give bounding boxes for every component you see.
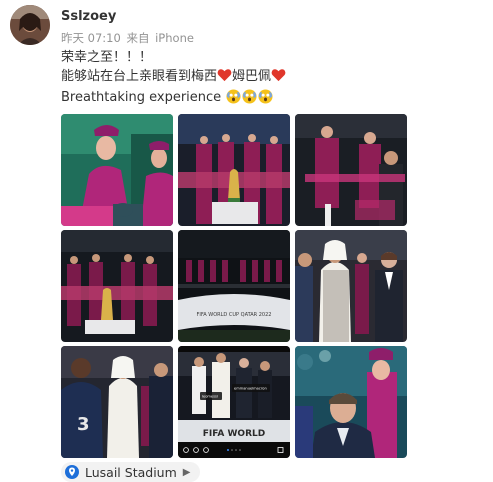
photo-thumbnail-3[interactable] xyxy=(295,114,407,226)
source-prefix: 来自 xyxy=(126,31,150,45)
location-pin-icon xyxy=(65,465,79,479)
photo-tag-emmanuelmacron: emmanuelmacron xyxy=(234,387,267,391)
heart-emoji-icon xyxy=(217,69,232,82)
photo-thumbnail-9[interactable] xyxy=(295,346,407,458)
post-source: iPhone xyxy=(155,31,194,45)
post-meta: 昨天 07:10 来自 iPhone xyxy=(61,30,194,46)
photo-thumbnail-8[interactable]: leomessi emmanuelmacron FIFA WORLD xyxy=(178,346,290,458)
username[interactable]: Sslzoey xyxy=(61,9,116,24)
location-label: Lusail Stadium xyxy=(85,464,177,480)
chevron-right-icon: ▶ xyxy=(182,466,191,478)
post-text-line2-part2: 姆巴佩 xyxy=(232,69,272,84)
photo-jersey-number: 3 xyxy=(77,414,90,435)
face-screaming-emoji-icon xyxy=(258,89,273,104)
photo-tag-leomessi: leomessi xyxy=(202,395,218,399)
post-text-line2: 能够站在台上亲眼看到梅西 姆巴佩 xyxy=(61,68,286,85)
avatar[interactable] xyxy=(10,5,50,45)
photo-thumbnail-7[interactable]: 3 xyxy=(61,346,173,458)
photo-bottom-banner-text: FIFA WORLD xyxy=(203,429,265,439)
photo-thumbnail-6[interactable] xyxy=(295,230,407,342)
photo-thumbnail-4[interactable] xyxy=(61,230,173,342)
post-text-line3-text: Breathtaking experience xyxy=(61,90,222,105)
post-text-line2-part1: 能够站在台上亲眼看到梅西 xyxy=(61,69,218,84)
face-screaming-emoji-icon xyxy=(226,89,241,104)
face-screaming-emoji-icon xyxy=(242,89,257,104)
location-tag[interactable]: Lusail Stadium ▶ xyxy=(61,462,201,482)
photo-cup-banner-text: FIFA WORLD CUP QATAR 2022 xyxy=(197,312,272,318)
post-timestamp[interactable]: 昨天 07:10 xyxy=(61,31,121,45)
heart-emoji-icon xyxy=(271,69,286,82)
photo-thumbnail-1[interactable] xyxy=(61,114,173,226)
photo-thumbnail-2[interactable] xyxy=(178,114,290,226)
post-text-line3: Breathtaking experience xyxy=(61,89,273,106)
post-text-line1: 荣幸之至！！！ xyxy=(61,50,153,65)
photo-thumbnail-5[interactable]: FIFA WORLD CUP QATAR 2022 xyxy=(178,230,290,342)
photo-grid: FIFA WORLD CUP QATAR 2022 3 leomessi emm… xyxy=(61,114,407,458)
